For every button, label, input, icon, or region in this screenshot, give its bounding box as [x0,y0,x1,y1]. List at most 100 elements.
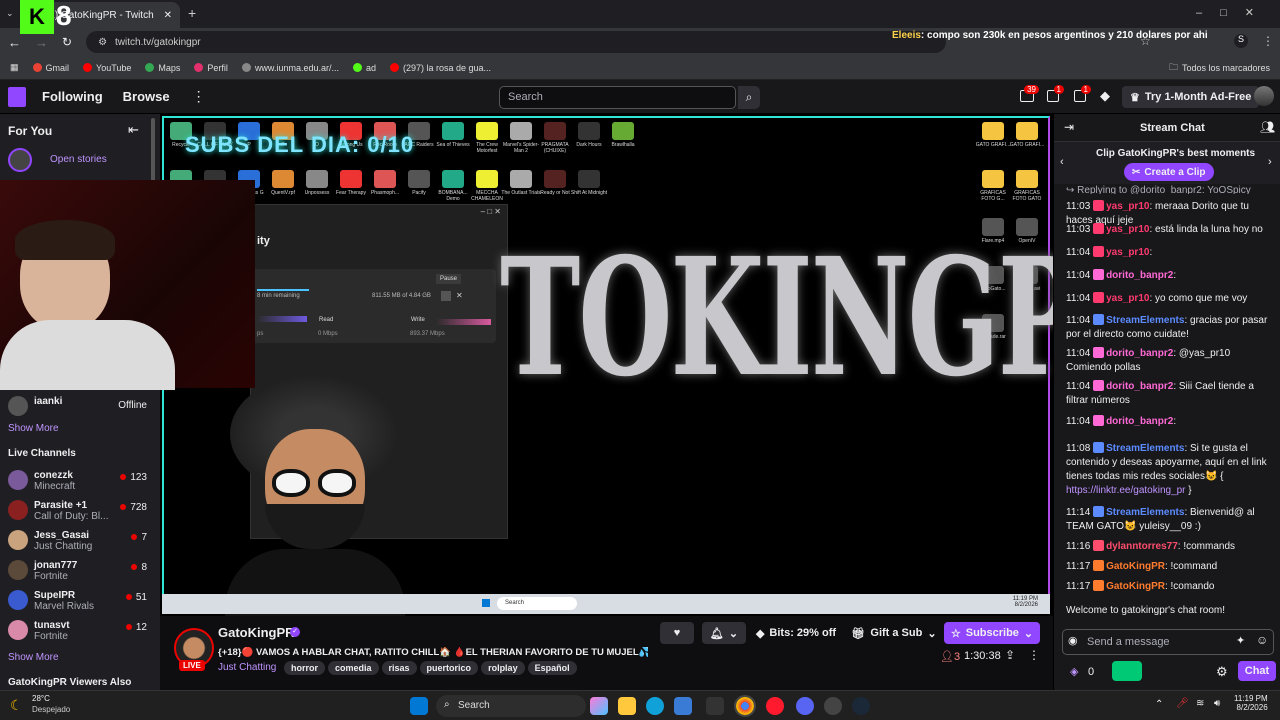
chat-username[interactable]: StreamElements [1106,507,1184,518]
chat-send-button[interactable]: Chat [1238,661,1276,681]
sidebar-live-channel[interactable]: Jess_Gasai Just Chatting 7 [8,530,153,562]
bookmarks-folder[interactable]: 🗀 Todos los marcadores [1169,60,1270,76]
chat-username[interactable]: yas_pr10 [1106,293,1149,304]
tag-pill[interactable]: horror [284,661,325,675]
sparkle-icon[interactable]: ✦ [1236,634,1245,647]
bits-button[interactable]: ◆ Bits: 29% off [752,622,840,644]
sidebar-live-channel[interactable]: Parasite +1 Call of Duty: Bl... 728 [8,500,153,532]
nav-browse[interactable]: Browse [123,89,170,104]
app-icon[interactable] [706,697,724,715]
browser-menu-icon[interactable]: ⋮ [1262,34,1274,48]
opera-icon[interactable] [766,697,784,715]
chat-username[interactable]: StreamElements [1106,443,1184,454]
show-more-followed[interactable]: Show More [8,423,59,434]
taskbar-search[interactable]: Search [436,695,586,717]
more-menu-icon[interactable]: ⋮ [192,88,206,105]
bits-diamond-icon[interactable]: ◆ [1100,88,1110,104]
tab-search-icon[interactable]: ⌄ [6,8,16,18]
bookmark-perfil[interactable]: Perfil [194,63,228,73]
apps-grid-icon[interactable]: ▦ [10,62,19,73]
channel-name[interactable]: GatoKingPR [218,625,295,640]
tag-pill[interactable]: rolplay [481,661,525,675]
discord-icon[interactable] [796,697,814,715]
microphone-icon[interactable]: 🎤︎ [1176,698,1189,709]
chat-username[interactable]: yas_pr10 [1106,201,1149,212]
tag-pill[interactable]: Español [527,661,577,675]
reload-icon[interactable]: ↻ [62,35,72,49]
sidebar-live-channel[interactable]: tunasvt Fortnite 12 [8,620,153,652]
collapse-chat-icon[interactable]: ⇥ [1064,120,1074,134]
share-icon[interactable]: ⇪ [1005,648,1015,662]
chat-username[interactable]: dorito_banpr2 [1106,348,1173,359]
channel-points-icon[interactable]: ◈ [1070,665,1078,678]
notifications-bell-button[interactable]: 🔔︎ ⌄ [702,622,746,644]
mail-icon[interactable] [674,697,692,715]
notifications-icon[interactable]: 1 [1074,85,1091,102]
chat-username[interactable]: dylanntorres77 [1106,541,1178,552]
chat-username[interactable]: dorito_banpr2 [1106,270,1173,281]
claim-bonus-button[interactable] [1112,661,1142,681]
wifi-icon[interactable]: ≋ [1196,698,1204,709]
site-info-icon[interactable]: ⚙ [98,37,107,48]
follow-heart-button[interactable]: ♥ [660,622,694,644]
subscribe-button[interactable]: ☆ Subscribe ⌄ [944,622,1040,644]
tag-pill[interactable]: risas [381,661,417,675]
chat-settings-icon[interactable]: ⚙ [1216,664,1228,680]
search-button[interactable]: ⌕ [738,86,760,109]
edge-icon[interactable] [646,697,664,715]
taskbar-clock[interactable]: 11:19 PM 8/2/2026 [1234,694,1268,712]
file-explorer-icon[interactable] [618,697,636,715]
forward-icon[interactable]: → [35,35,48,50]
chat-username[interactable]: GatoKingPR [1106,581,1165,592]
close-tab-icon[interactable]: ✕ [164,10,172,21]
back-icon[interactable]: ← [8,35,21,50]
profile-avatar[interactable]: S [1234,34,1248,48]
show-more-live[interactable]: Show More [8,652,59,663]
bookmark-ad[interactable]: ad [352,63,376,73]
chrome-icon[interactable] [734,695,756,717]
ad-free-button[interactable]: ♛ Try 1-Month Ad-Free [1122,86,1260,108]
whispers-icon[interactable]: 1 [1047,85,1064,102]
sidebar-live-channel[interactable]: SupeIPR Marvel Rivals 51 [8,590,153,622]
new-tab-icon[interactable]: + [188,5,196,21]
weather-icon[interactable]: ☾ [10,697,23,714]
chat-username[interactable]: dorito_banpr2 [1106,416,1173,427]
chat-username[interactable]: yas_pr10 [1106,224,1149,235]
search-input[interactable]: Search [499,86,736,109]
copilot-icon[interactable] [590,697,608,715]
steam-icon[interactable] [852,697,870,715]
video-player[interactable]: Recycle CALL OF DUTY P P O Among Us Rec Room AR… [160,114,1053,616]
next-icon[interactable]: › [1268,156,1272,168]
category-link[interactable]: Just Chatting [218,662,276,673]
bookmark-star-icon[interactable]: ☆ [1140,34,1151,48]
sidebar-live-channel[interactable]: jonan777 Fortnite 8 [8,560,153,592]
create-clip-button[interactable]: ✂ Create a Clip [1124,163,1214,181]
chat-username[interactable]: dorito_banpr2 [1106,381,1173,392]
open-stories-link[interactable]: Open stories [50,154,107,165]
chat-username[interactable]: yas_pr10 [1106,247,1149,258]
user-avatar[interactable] [1254,86,1274,106]
gift-sub-button[interactable]: 🎁︎ Gift a Sub ⌄ [850,622,938,644]
more-options-icon[interactable]: ⋮ [1028,648,1040,662]
tag-pill[interactable]: comedia [328,661,379,675]
chat-username[interactable]: GatoKingPR [1106,561,1165,572]
sidebar-live-channel[interactable]: conezzk Minecraft 123 [8,470,153,502]
tag-pill[interactable]: puertorico [419,661,479,675]
bookmark-gmail[interactable]: Gmail [32,63,69,73]
emote-picker-icon[interactable]: ☺ [1256,633,1268,647]
chat-link[interactable]: https://linktr.ee/gatoking_pr [1066,485,1186,496]
tray-chevron-icon[interactable]: ⌃ [1155,699,1163,710]
nav-following[interactable]: Following [42,89,103,104]
url-field[interactable]: ⚙ twitch.tv/gatokingpr [86,31,947,53]
inbox-icon[interactable]: 39 [1020,85,1039,102]
prev-icon[interactable]: ‹ [1060,156,1064,168]
collapse-sidebar-icon[interactable]: ⇤ [128,122,139,138]
volume-icon[interactable]: 🔊︎ [1214,698,1220,709]
stories-avatar[interactable] [8,148,32,172]
twitch-logo-icon[interactable] [8,86,26,107]
start-icon[interactable] [410,697,428,715]
bookmark-iunma[interactable]: www.iunma.edu.ar/... [241,63,339,73]
bookmark-rosa[interactable]: (297) la rosa de gua... [390,63,491,73]
app-icon[interactable] [824,697,842,715]
bookmark-maps[interactable]: Maps [145,63,180,73]
